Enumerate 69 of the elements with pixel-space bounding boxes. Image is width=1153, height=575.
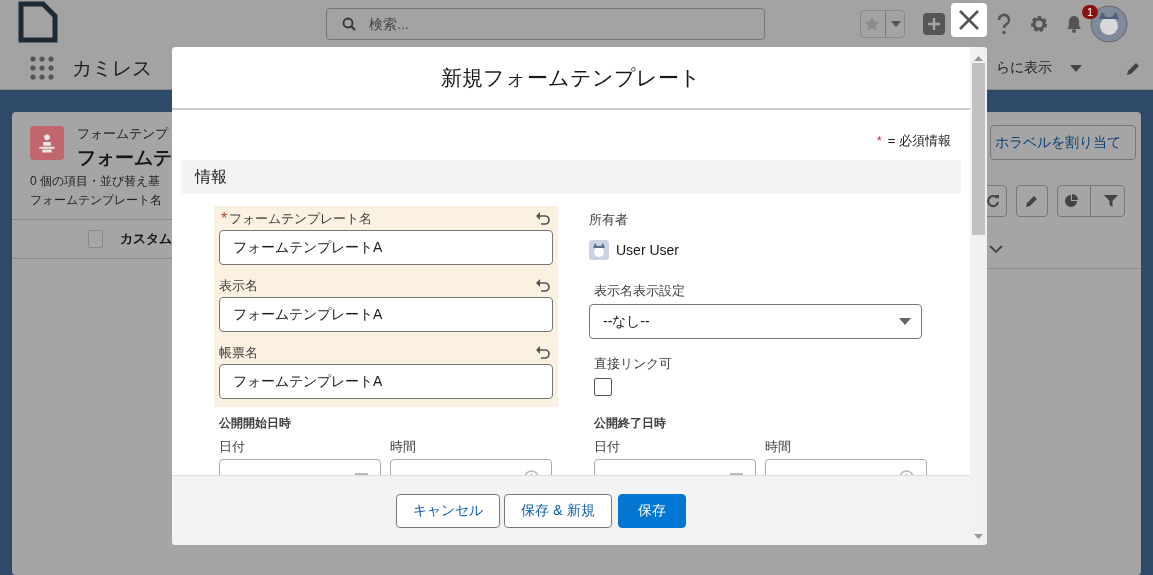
user-avatar-icon <box>589 240 609 260</box>
field-label: 時間 <box>390 438 417 456</box>
footer-button[interactable]: 保存 <box>617 493 686 528</box>
favorites-button[interactable] <box>860 9 905 38</box>
pencil-icon[interactable] <box>1126 60 1141 76</box>
footer-button[interactable]: 保存 & 新規 <box>504 493 612 528</box>
scrollbar[interactable] <box>970 47 987 545</box>
filter-text: フォームテンプレート名 <box>29 192 163 209</box>
notification-badge: 1 <box>1082 4 1099 19</box>
required-note: = 必須情報 <box>887 133 951 148</box>
field-label: 表示名 <box>219 276 258 295</box>
field-label: 帳票名 <box>219 343 258 362</box>
filter-icon <box>1103 194 1118 208</box>
bell-icon[interactable] <box>1066 13 1082 34</box>
dropdown-field[interactable]: --なし-- <box>589 304 922 339</box>
scroll-down-icon[interactable] <box>974 534 983 539</box>
object-icon <box>30 125 64 161</box>
search-icon <box>342 16 356 31</box>
checkbox[interactable] <box>594 378 612 396</box>
document-icon <box>18 0 58 43</box>
footer-button[interactable]: キャンセル <box>396 493 501 528</box>
close-button[interactable] <box>951 3 987 37</box>
edit-button[interactable] <box>1016 185 1048 217</box>
field-label: 直接リンク可 <box>594 355 673 373</box>
assign-label-button[interactable]: ホラベルを割り当て <box>990 125 1136 160</box>
undo-icon[interactable] <box>536 279 550 292</box>
section-title: 情報 <box>195 166 227 187</box>
more-menu[interactable]: らに表示 <box>996 59 1052 77</box>
caret-icon <box>899 318 911 325</box>
undo-icon[interactable] <box>536 346 550 359</box>
caret-icon <box>891 20 902 27</box>
chart-filter-buttons[interactable] <box>1057 185 1125 217</box>
required-mark: * <box>876 133 882 148</box>
column-header[interactable]: カスタム <box>120 230 172 248</box>
required-mark: * <box>221 209 228 228</box>
list-summary: 0 個の項目・並び替え基 <box>29 173 161 190</box>
search-field[interactable]: 検索... <box>326 7 765 40</box>
object-label: フォームテンプ <box>77 125 170 143</box>
text-field[interactable]: フォームテンプレートA <box>219 297 553 332</box>
section-header[interactable]: 情報 <box>181 160 961 194</box>
undo-icon[interactable] <box>536 212 550 225</box>
chevron-icon[interactable] <box>989 244 1003 254</box>
field-label: フォームテンプレート名 <box>229 209 373 228</box>
app-launcher-icon[interactable] <box>30 56 54 80</box>
scroll-up-icon[interactable] <box>974 56 983 61</box>
field-label: 所有者 <box>589 211 629 229</box>
app-name: カミレス <box>72 55 152 81</box>
close-icon <box>959 10 979 30</box>
avatar-icon[interactable] <box>1090 4 1128 43</box>
list-view-title: フォームテ <box>77 146 172 170</box>
pencil-icon <box>1025 194 1039 208</box>
settings-icon[interactable] <box>1029 13 1049 34</box>
text-field[interactable]: フォームテンプレートA <box>219 230 553 265</box>
caret-icon[interactable] <box>1070 64 1082 72</box>
select-all-checkbox[interactable] <box>88 230 103 248</box>
modal-title: 新規フォームテンプレート <box>441 64 701 91</box>
owner-name[interactable]: User User <box>616 242 679 258</box>
refresh-icon <box>986 194 1000 208</box>
group-label: 公開開始日時 <box>219 415 292 432</box>
add-icon[interactable] <box>923 12 945 35</box>
group-label: 公開終了日時 <box>594 415 667 432</box>
help-icon[interactable] <box>996 12 1012 35</box>
field-label: 日付 <box>594 438 621 456</box>
star-icon <box>863 15 880 32</box>
field-label: 表示名表示設定 <box>594 282 686 300</box>
field-label: 日付 <box>219 438 246 456</box>
text-field[interactable]: フォームテンプレートA <box>219 364 553 399</box>
pie-chart-icon <box>1064 194 1079 208</box>
field-label: 時間 <box>765 438 792 456</box>
